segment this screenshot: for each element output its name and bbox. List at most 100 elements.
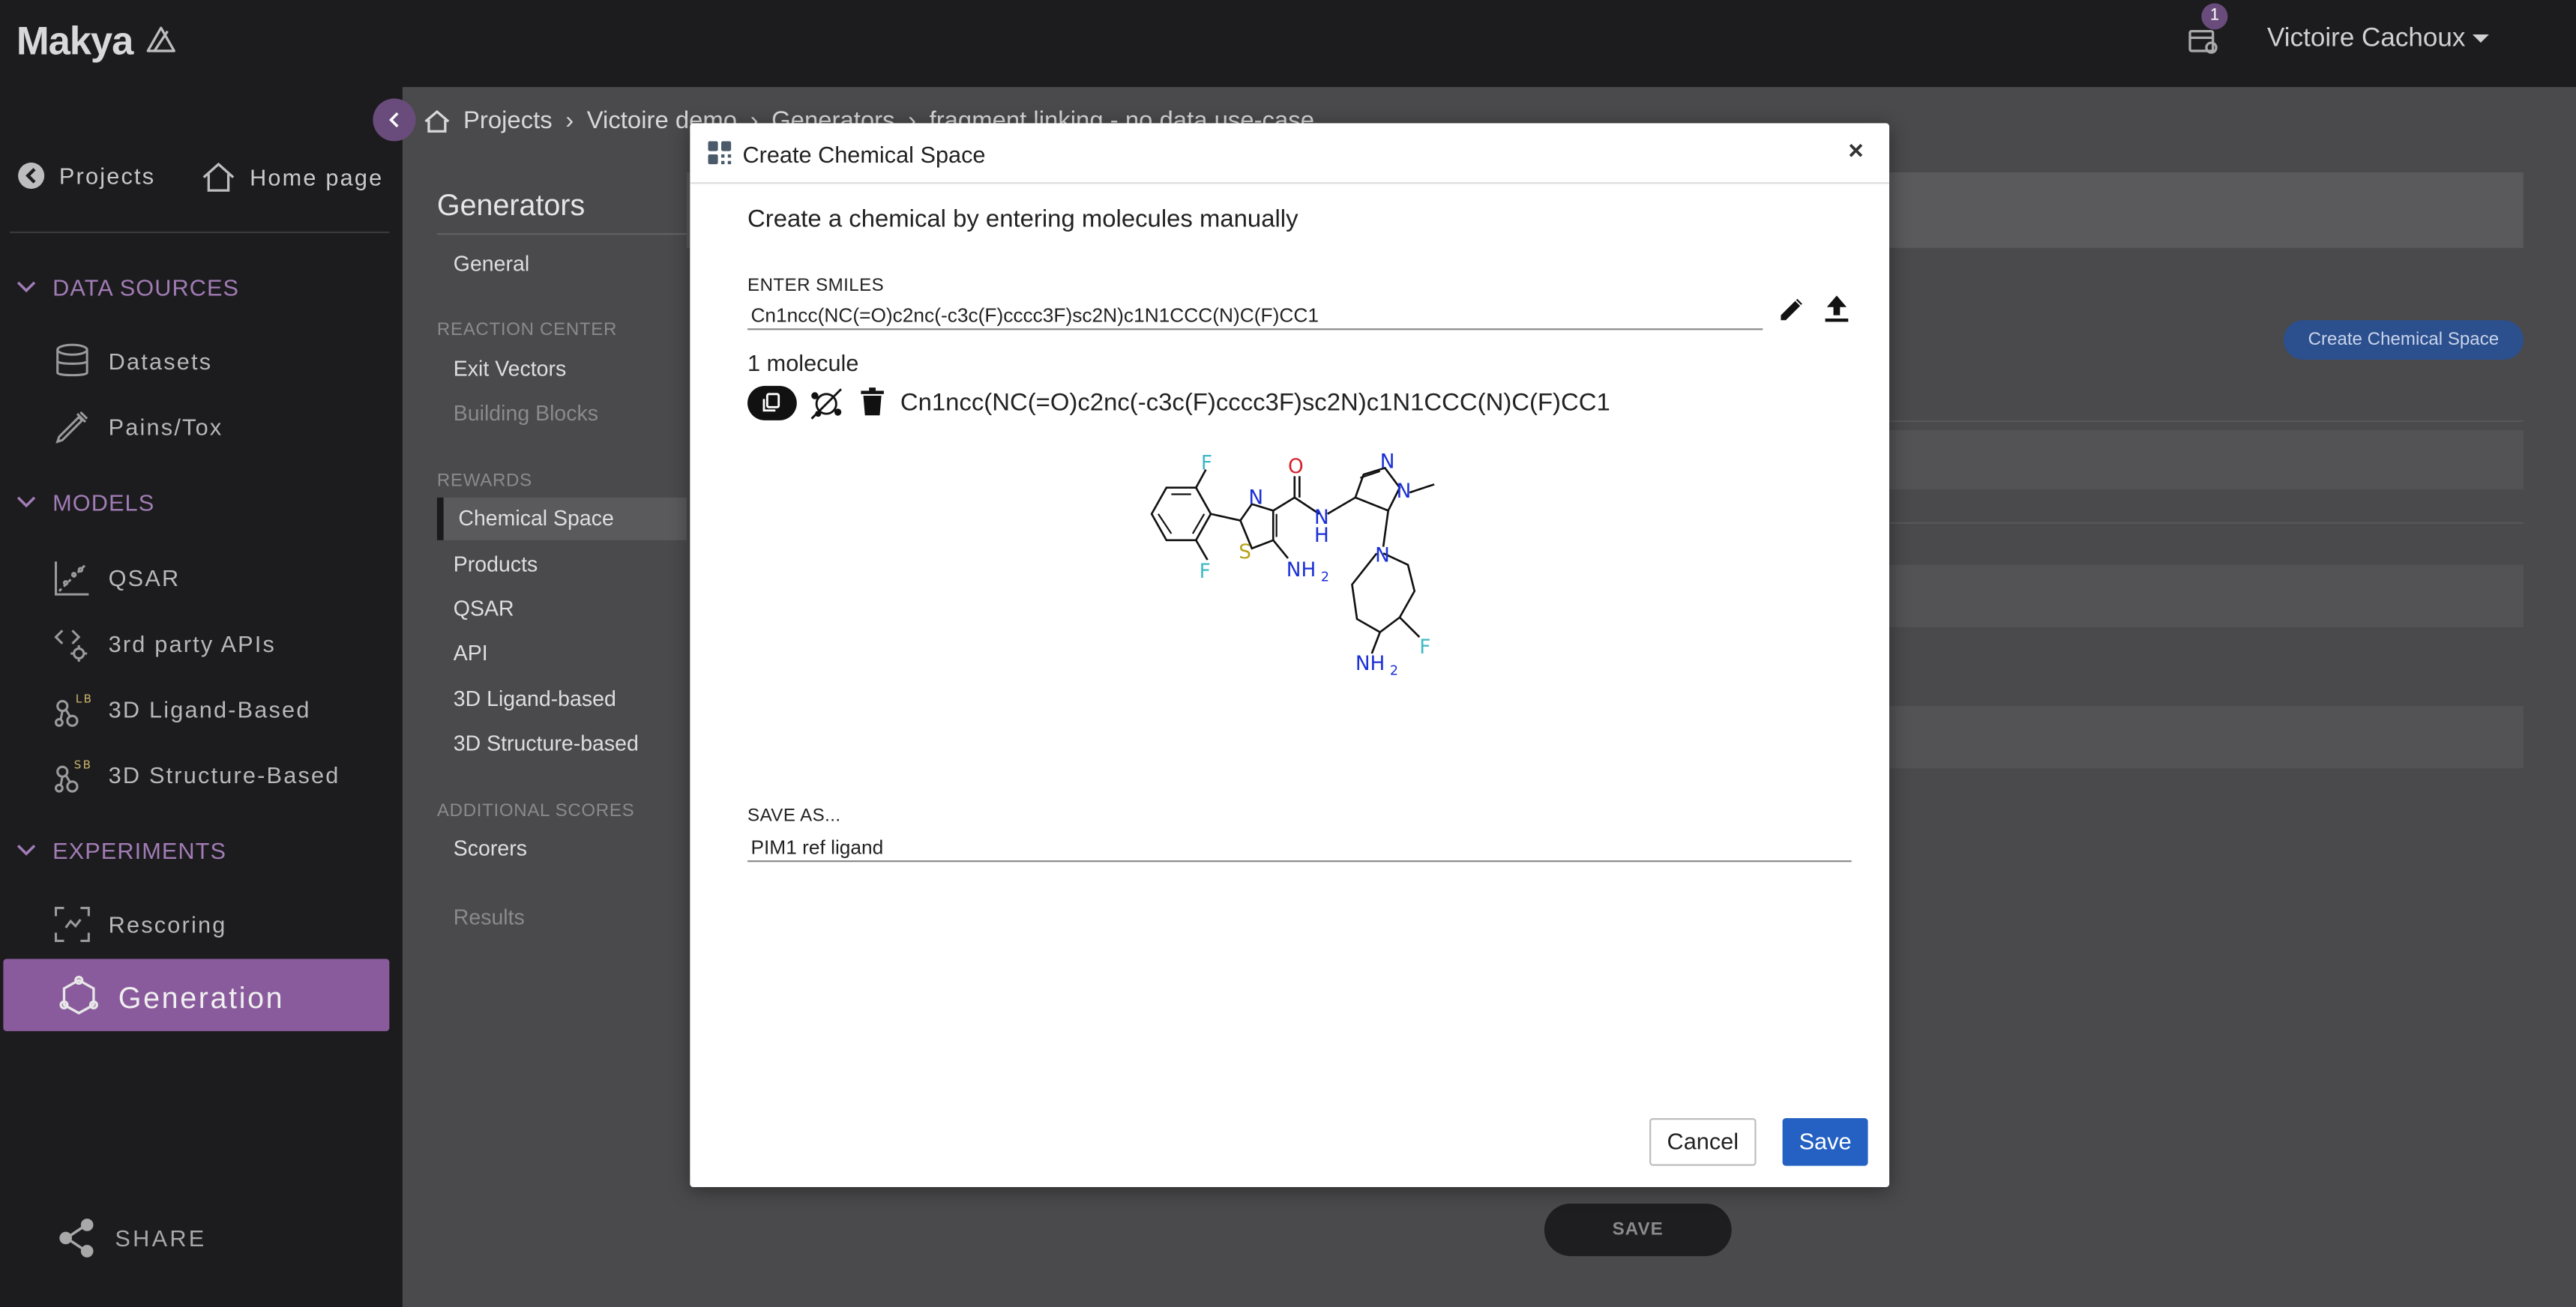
generators-title: Generators	[436, 188, 586, 222]
section-experiments-label: EXPERIMENTS	[52, 837, 227, 864]
atom-fluorine-1: F	[1201, 453, 1212, 475]
sidebar-divider	[10, 231, 390, 234]
gen-nav-general[interactable]: General	[454, 251, 529, 276]
atom-azepane-nitrogen: N	[1375, 544, 1390, 567]
atom-amide-hydrogen: H	[1314, 525, 1329, 547]
gen-nav-3d-ligand-based[interactable]: 3D Ligand-based	[454, 686, 616, 711]
caret-down-icon[interactable]	[2472, 34, 2489, 43]
table-row	[1889, 430, 2524, 489]
smiles-input[interactable]	[747, 300, 1763, 330]
pipette-icon	[55, 411, 88, 444]
sidebar-item-rescoring-label: Rescoring	[108, 911, 227, 938]
collapse-sidebar-button[interactable]	[373, 98, 416, 142]
projects-link-label: Projects	[58, 162, 156, 189]
atom-pyrazole-nitrogen-1: N	[1397, 480, 1412, 503]
sidebar-item-generation-content[interactable]: Generation	[56, 975, 285, 1021]
chevron-down-icon	[16, 281, 36, 293]
molecule-structure: F F N S NH 2 O N H N N N NH 2 F	[1150, 450, 1435, 678]
sidebar-item-qsar[interactable]: QSAR	[52, 558, 180, 598]
generators-divider	[436, 233, 687, 235]
gen-nav-products[interactable]: Products	[454, 552, 538, 576]
user-menu[interactable]: Victoire Cachoux	[2267, 25, 2465, 54]
gen-heading-reaction-center: REACTION CENTER	[436, 320, 618, 340]
gen-nav-qsar[interactable]: QSAR	[454, 596, 514, 621]
table-row	[1889, 564, 2524, 627]
chevron-down-icon	[16, 496, 36, 508]
share-link[interactable]: SHARE	[59, 1219, 207, 1258]
atom-amine-2: NH	[1355, 653, 1385, 675]
sidebar-item-3d-structure-based-label: 3D Structure-Based	[108, 761, 340, 788]
home-page-link[interactable]: Home page	[200, 161, 383, 194]
save-as-input[interactable]	[747, 832, 1852, 863]
sidebar-item-3d-structure-based[interactable]: SB 3D Structure-Based	[52, 755, 340, 795]
table-row	[1889, 706, 2524, 769]
home-icon	[202, 162, 235, 192]
share-link-label: SHARE	[115, 1225, 207, 1252]
cancel-button[interactable]: Cancel	[1649, 1118, 1757, 1166]
modal-heading: Create a chemical by entering molecules …	[747, 205, 1298, 234]
sidebar-item-datasets-label: Datasets	[108, 348, 213, 375]
code-gear-icon	[54, 630, 88, 662]
gen-nav-results[interactable]: Results	[454, 905, 525, 929]
section-models[interactable]: MODELS	[16, 489, 154, 516]
app-logo[interactable]: Makya	[16, 19, 133, 65]
molecule-lb-icon: LB	[54, 692, 92, 727]
chevron-left-icon	[389, 112, 399, 127]
atom-fluorine-2: F	[1200, 561, 1211, 583]
smiles-label: ENTER SMILES	[747, 276, 885, 296]
sidebar-item-pains-tox[interactable]: Pains/Tox	[52, 407, 223, 447]
chevron-right-icon: ›	[565, 106, 574, 135]
home-page-link-label: Home page	[250, 164, 384, 191]
sidebar-item-generation-label: Generation	[118, 981, 285, 1014]
sidebar-item-qsar-label: QSAR	[108, 564, 181, 591]
arrow-left-circle-icon	[18, 162, 45, 189]
sidebar-item-datasets[interactable]: Datasets	[52, 342, 212, 381]
gen-nav-exit-vectors[interactable]: Exit Vectors	[454, 356, 566, 381]
atom-sulfur: S	[1239, 541, 1251, 564]
grid-dashboard-icon	[708, 141, 732, 165]
pencil-icon[interactable]	[1778, 294, 1807, 323]
database-icon	[56, 343, 88, 377]
gen-nav-3d-structure-based[interactable]: 3D Structure-based	[454, 731, 639, 755]
table-divider	[1889, 522, 2524, 524]
upload-icon[interactable]	[1823, 294, 1850, 323]
gen-heading-rewards: REWARDS	[436, 471, 532, 492]
projects-link[interactable]: Projects	[16, 161, 155, 190]
svg-text:SB: SB	[74, 758, 92, 771]
atom-amine-1-subscript: 2	[1321, 570, 1329, 585]
gen-nav-building-blocks[interactable]: Building Blocks	[454, 401, 598, 426]
notification-count-badge: 1	[2201, 3, 2228, 30]
section-experiments[interactable]: EXPERIMENTS	[16, 837, 226, 863]
section-data-sources[interactable]: DATA SOURCES	[16, 274, 239, 301]
sidebar-item-rescoring[interactable]: Rescoring	[52, 905, 226, 944]
sidebar-item-pains-tox-label: Pains/Tox	[108, 414, 223, 441]
copy-smiles-button[interactable]	[747, 385, 797, 420]
hexagon-molecule-icon	[59, 975, 98, 1015]
trash-icon[interactable]	[861, 387, 884, 417]
modal-header: Create Chemical Space ×	[690, 123, 1890, 184]
section-data-sources-label: DATA SOURCES	[52, 274, 240, 301]
home-icon[interactable]	[424, 108, 450, 134]
create-chemical-space-modal: Create Chemical Space × Create a chemica…	[690, 123, 1890, 1188]
molecule-sb-icon: SB	[54, 758, 92, 793]
table-divider	[1889, 420, 2524, 423]
sidebar-item-3d-ligand-based[interactable]: LB 3D Ligand-Based	[52, 689, 310, 729]
close-icon[interactable]: ×	[1848, 138, 1863, 167]
create-chemical-space-button[interactable]: Create Chemical Space	[2283, 320, 2524, 360]
atom-oxygen: O	[1288, 456, 1304, 478]
atom-fluorine-3: F	[1419, 636, 1430, 659]
gen-nav-scorers[interactable]: Scorers	[454, 836, 527, 860]
main-save-button[interactable]: SAVE	[1544, 1203, 1732, 1257]
save-as-label: SAVE AS...	[747, 806, 841, 827]
svg-text:LB: LB	[76, 692, 92, 706]
save-button[interactable]: Save	[1782, 1118, 1868, 1166]
gen-nav-chemical-space[interactable]: Chemical Space	[458, 506, 613, 531]
molecule-erase-icon[interactable]	[807, 386, 846, 422]
chevron-down-icon	[16, 845, 36, 856]
atom-pyrazole-nitrogen-2: N	[1380, 450, 1395, 473]
sidebar-item-3rd-party-apis[interactable]: 3rd party APIs	[52, 624, 276, 664]
gen-heading-additional-scores: ADDITIONAL SCORES	[436, 801, 635, 821]
share-icon	[59, 1219, 94, 1258]
breadcrumb-projects[interactable]: Projects	[463, 106, 553, 134]
gen-nav-api[interactable]: API	[454, 640, 488, 665]
